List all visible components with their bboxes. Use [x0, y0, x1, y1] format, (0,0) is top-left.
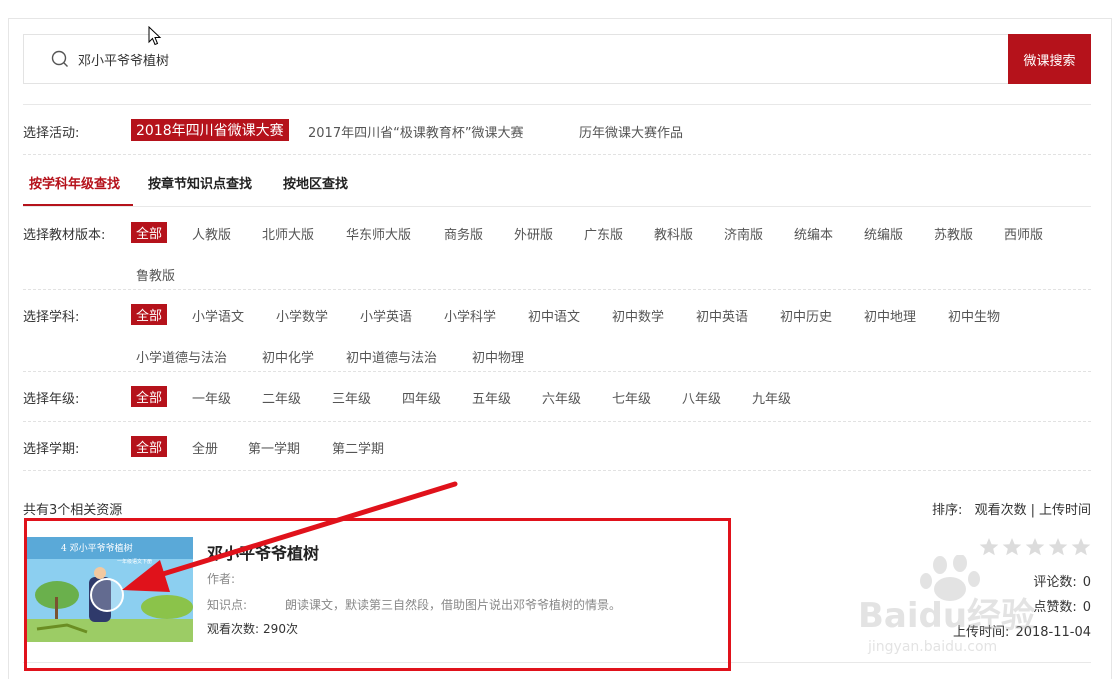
grade-item[interactable]: 一年级 [192, 388, 231, 407]
grade-item[interactable]: 七年级 [612, 388, 651, 407]
grade-item[interactable]: 五年级 [472, 388, 511, 407]
divider [23, 289, 1091, 290]
star-icon [1048, 538, 1068, 556]
tab-active-indicator [23, 204, 133, 206]
subject-item[interactable]: 小学科学 [444, 306, 496, 325]
subject-item[interactable]: 小学数学 [276, 306, 328, 325]
edition-item[interactable]: 鲁教版 [136, 265, 175, 284]
sort-by-time[interactable]: 上传时间 [1039, 503, 1091, 518]
sort-by-views[interactable]: 观看次数 [975, 503, 1027, 518]
grade-item[interactable]: 九年级 [752, 388, 791, 407]
rating-stars[interactable] [979, 537, 1091, 557]
tab-divider [23, 206, 1091, 207]
divider [23, 470, 1091, 471]
edition-item[interactable]: 人教版 [192, 224, 231, 243]
star-icon [1071, 538, 1091, 556]
sort-bar: 排序: 观看次数 | 上传时间 [932, 499, 1091, 518]
watermark-text: Baidu经验 [858, 596, 1035, 636]
subject-item[interactable]: 初中历史 [780, 306, 832, 325]
edition-item[interactable]: 外研版 [514, 224, 553, 243]
sort-separator: | [1030, 503, 1035, 518]
baidu-watermark: Baidu经验 jingyan.baidu.com [858, 554, 1058, 675]
edition-item[interactable]: 北师大版 [262, 224, 314, 243]
star-icon [1002, 538, 1022, 556]
edition-item[interactable]: 商务版 [444, 224, 483, 243]
comments-value: 0 [1082, 575, 1091, 590]
edition-item[interactable]: 教科版 [654, 224, 693, 243]
term-item[interactable]: 第一学期 [248, 438, 300, 457]
edition-item[interactable]: 苏教版 [934, 224, 973, 243]
grade-item[interactable]: 四年级 [402, 388, 441, 407]
term-all[interactable]: 全部 [131, 436, 168, 457]
sort-label: 排序: [932, 503, 963, 518]
paw-logo-icon: Baidu经验 jingyan.baidu.com [858, 554, 1035, 655]
tab-chapter-knowledge[interactable]: 按章节知识点查找 [148, 173, 252, 192]
subject-item[interactable]: 初中数学 [612, 306, 664, 325]
divider [23, 104, 1091, 105]
search-button[interactable]: 微课搜索 [1008, 34, 1091, 84]
watermark-url: jingyan.baidu.com [867, 639, 997, 655]
tab-subject-grade[interactable]: 按学科年级查找 [29, 173, 120, 192]
divider [23, 371, 1091, 372]
subject-label: 选择学科: [23, 310, 80, 325]
grade-item[interactable]: 八年级 [682, 388, 721, 407]
mouse-cursor-icon [148, 26, 162, 46]
edition-item[interactable]: 济南版 [724, 224, 763, 243]
divider [23, 154, 1091, 155]
annotation-highlight-box [24, 518, 731, 671]
activity-2018[interactable]: 2018年四川省微课大赛 [131, 119, 289, 141]
grade-item[interactable]: 二年级 [262, 388, 301, 407]
edition-label: 选择教材版本: [23, 228, 106, 243]
subject-item[interactable]: 小学道德与法治 [136, 347, 227, 366]
activity-label: 选择活动: [23, 126, 80, 141]
subject-item[interactable]: 初中语文 [528, 306, 580, 325]
star-icon [1025, 538, 1045, 556]
edition-item[interactable]: 统编版 [864, 224, 903, 243]
subject-item[interactable]: 初中地理 [864, 306, 916, 325]
result-summary: 共有3个相关资源 [23, 503, 123, 518]
star-icon [979, 538, 999, 556]
subject-item[interactable]: 小学语文 [192, 306, 244, 325]
subject-item[interactable]: 初中生物 [948, 306, 1000, 325]
subject-item[interactable]: 初中物理 [472, 347, 524, 366]
subject-item[interactable]: 初中英语 [696, 306, 748, 325]
edition-item[interactable]: 统编本 [794, 224, 833, 243]
subject-all[interactable]: 全部 [131, 304, 168, 325]
term-item[interactable]: 全册 [192, 438, 218, 457]
subject-item[interactable]: 初中化学 [262, 347, 314, 366]
search-bar: 微课搜索 [23, 34, 1091, 84]
edition-item[interactable]: 广东版 [584, 224, 623, 243]
activity-history[interactable]: 历年微课大赛作品 [579, 122, 683, 141]
divider [23, 421, 1091, 422]
edition-all[interactable]: 全部 [131, 222, 168, 243]
term-item[interactable]: 第二学期 [332, 438, 384, 457]
search-icon [51, 50, 68, 67]
term-label: 选择学期: [23, 442, 80, 457]
grade-item[interactable]: 六年级 [542, 388, 581, 407]
subject-item[interactable]: 初中道德与法治 [346, 347, 437, 366]
grade-label: 选择年级: [23, 392, 80, 407]
activity-2017[interactable]: 2017年四川省“极课教育杯”微课大赛 [308, 122, 524, 141]
likes-value: 0 [1082, 600, 1091, 615]
search-input[interactable] [78, 35, 978, 83]
grade-all[interactable]: 全部 [131, 386, 168, 407]
tab-region[interactable]: 按地区查找 [283, 173, 348, 192]
edition-item[interactable]: 西师版 [1004, 224, 1043, 243]
edition-item[interactable]: 华东师大版 [346, 224, 411, 243]
grade-item[interactable]: 三年级 [332, 388, 371, 407]
subject-item[interactable]: 小学英语 [360, 306, 412, 325]
